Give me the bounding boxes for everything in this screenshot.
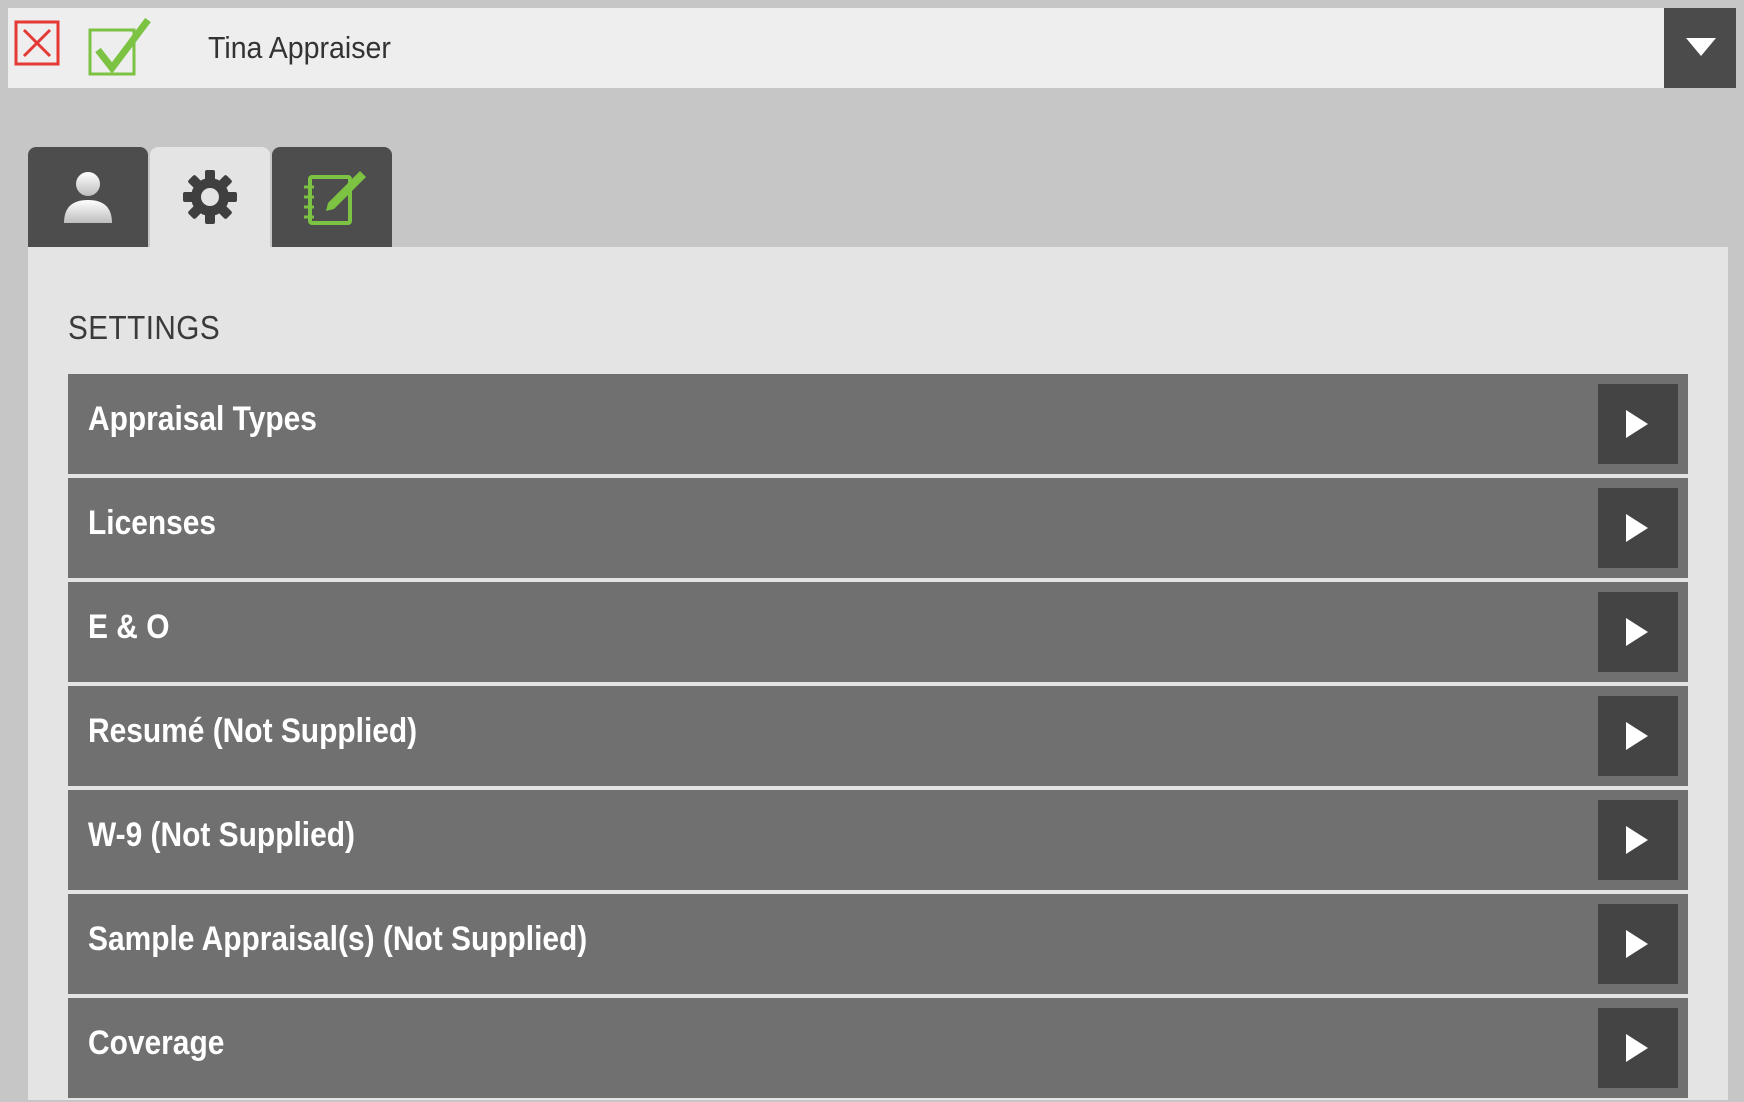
triangle-right-icon [1626,1034,1648,1062]
tab-settings[interactable] [150,147,270,247]
list-item-licenses[interactable]: Licenses [68,478,1688,578]
settings-list: Appraisal Types Licenses E & O Resumé (N… [68,374,1688,1102]
accept-button[interactable] [88,17,151,78]
section-title: SETTINGS [68,309,221,346]
settings-panel: SETTINGS Appraisal Types Licenses E & O … [28,247,1728,1100]
title-bar: Tina Appraiser [8,8,1736,88]
expand-button[interactable] [1598,800,1678,880]
expand-button[interactable] [1598,592,1678,672]
list-item-label: Coverage [88,1024,225,1062]
triangle-right-icon [1626,618,1648,646]
list-item-sample-appraisals[interactable]: Sample Appraisal(s) (Not Supplied) [68,894,1688,994]
notebook-edit-icon [304,171,366,225]
list-item-resume[interactable]: Resumé (Not Supplied) [68,686,1688,786]
list-item-w9[interactable]: W-9 (Not Supplied) [68,790,1688,890]
triangle-right-icon [1626,514,1648,542]
triangle-right-icon [1626,410,1648,438]
triangle-down-icon [1686,38,1716,56]
list-item-label: Appraisal Types [88,400,317,438]
triangle-right-icon [1626,722,1648,750]
tab-profile[interactable] [28,147,148,247]
list-item-label: W-9 (Not Supplied) [88,816,355,854]
menu-dropdown-button[interactable] [1664,8,1736,88]
list-item-label: Licenses [88,504,217,542]
list-item-label: Resumé (Not Supplied) [88,712,418,750]
triangle-right-icon [1626,826,1648,854]
close-x-icon [14,20,60,66]
expand-button[interactable] [1598,488,1678,568]
list-item-label: Sample Appraisal(s) (Not Supplied) [88,920,588,958]
list-item-e-and-o[interactable]: E & O [68,582,1688,682]
list-item-appraisal-types[interactable]: Appraisal Types [68,374,1688,474]
list-item-label: E & O [88,608,170,646]
list-item-coverage[interactable]: Coverage [68,998,1688,1098]
expand-button[interactable] [1598,696,1678,776]
gear-icon [183,170,237,224]
page-title: Tina Appraiser [208,30,391,65]
expand-button[interactable] [1598,384,1678,464]
expand-button[interactable] [1598,904,1678,984]
person-icon [64,172,112,223]
triangle-right-icon [1626,930,1648,958]
expand-button[interactable] [1598,1008,1678,1088]
close-button[interactable] [14,18,74,78]
tab-notes[interactable] [272,147,392,247]
checkmark-icon [88,17,151,76]
